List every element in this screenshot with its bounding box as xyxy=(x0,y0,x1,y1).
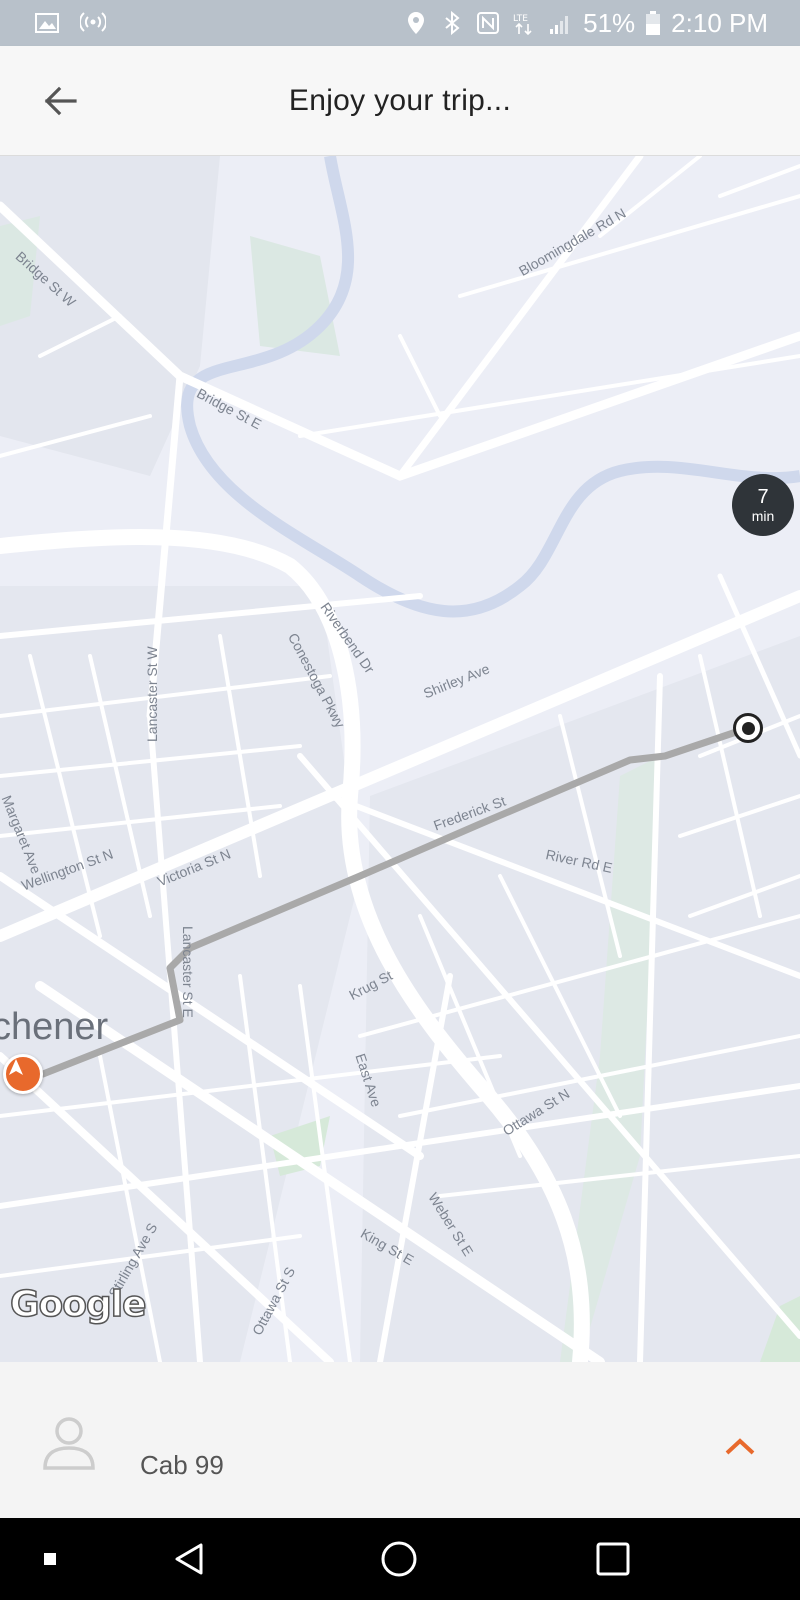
eta-badge: 7 min xyxy=(732,474,794,536)
google-attribution: Google xyxy=(9,1283,147,1326)
page-title: Enjoy your trip... xyxy=(288,84,512,117)
hotspot-icon xyxy=(80,12,106,32)
overview-nav-button[interactable] xyxy=(588,1534,638,1584)
status-bar: LTE 51% 2:10 PM xyxy=(0,0,800,46)
chevron-up-icon xyxy=(725,1438,755,1455)
system-nav-bar xyxy=(0,1518,800,1600)
image-icon xyxy=(35,13,59,33)
city-label: chener xyxy=(0,1006,109,1048)
top-app-bar: Enjoy your trip... xyxy=(0,46,800,156)
clock: 2:10 PM xyxy=(671,7,768,38)
map-canvas xyxy=(0,156,800,1362)
battery-icon xyxy=(646,11,661,35)
map-view[interactable]: Bridge St W Bloomingdale Rd N Bridge St … xyxy=(0,156,800,1362)
expand-panel-button[interactable] xyxy=(716,1422,764,1470)
eta-unit: min xyxy=(751,508,775,524)
square-dot-icon xyxy=(44,1553,56,1565)
svg-text:LTE: LTE xyxy=(513,14,528,24)
nfc-icon xyxy=(477,12,500,34)
destination-dot xyxy=(741,721,755,735)
road-label: Lancaster St W xyxy=(144,646,160,742)
driver-panel: Cab 99 xyxy=(0,1362,800,1518)
person-icon xyxy=(43,1417,95,1470)
location-icon xyxy=(408,12,425,34)
bluetooth-icon xyxy=(445,10,460,36)
home-circle-icon xyxy=(381,1541,417,1577)
home-nav-button[interactable] xyxy=(374,1534,424,1584)
vehicle-marker[interactable] xyxy=(3,1054,43,1094)
overview-square-icon xyxy=(596,1542,630,1576)
road-label: Lancaster St E xyxy=(180,926,196,1018)
driver-name: Cab 99 xyxy=(140,1450,224,1480)
recents-dot-button[interactable] xyxy=(38,1544,62,1574)
back-nav-button[interactable] xyxy=(164,1534,214,1584)
navigation-arrow-icon xyxy=(9,1059,23,1075)
lte-icon: LTE xyxy=(513,14,532,36)
eta-value: 7 xyxy=(757,486,769,508)
destination-marker[interactable] xyxy=(733,713,763,743)
battery-percent: 51% xyxy=(583,7,636,38)
back-triangle-icon xyxy=(175,1543,203,1575)
signal-icon xyxy=(550,16,569,34)
